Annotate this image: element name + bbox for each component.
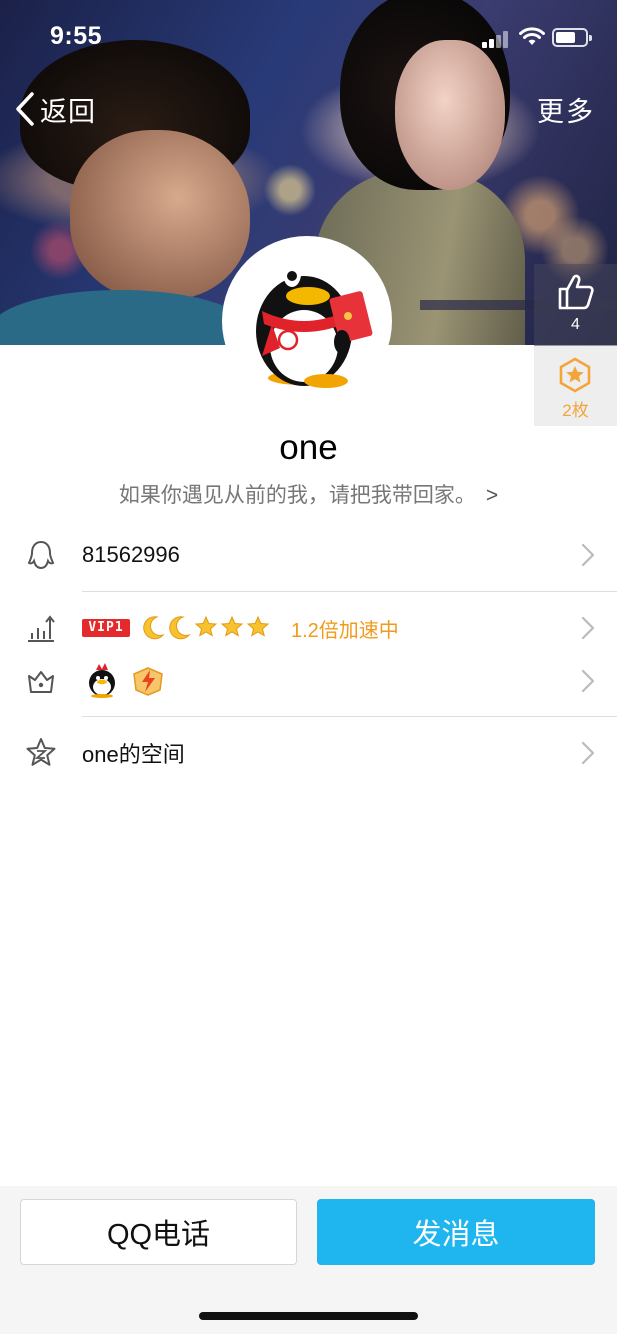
star-icon bbox=[246, 615, 270, 637]
back-label: 返回 bbox=[40, 96, 96, 127]
crown-icon bbox=[28, 671, 54, 693]
avatar[interactable] bbox=[222, 236, 392, 406]
moon-icon bbox=[169, 616, 191, 640]
signature-text: 如果你遇见从前的我，请把我带回家。 bbox=[118, 484, 476, 507]
qzone-star-icon bbox=[26, 738, 56, 766]
qzone-row[interactable]: one的空间 bbox=[0, 728, 617, 778]
chevron-right-icon bbox=[581, 543, 595, 567]
moon-icon bbox=[143, 616, 165, 640]
back-button[interactable]: 返回 bbox=[12, 88, 96, 130]
signature[interactable]: 如果你遇见从前的我，请把我带回家。 > bbox=[0, 479, 617, 509]
medal-star-icon bbox=[559, 357, 591, 393]
qq-penguin-icon bbox=[256, 261, 373, 388]
qq-penguin-outline-icon bbox=[27, 540, 55, 570]
battery-icon bbox=[552, 28, 592, 47]
speed-text: 1.2倍加速中 bbox=[291, 620, 399, 642]
medal-count: 2枚 bbox=[562, 401, 589, 420]
more-button[interactable]: 更多 bbox=[537, 90, 595, 129]
qq-call-button[interactable]: QQ电话 bbox=[20, 1199, 297, 1265]
chevron-right-icon bbox=[581, 616, 595, 640]
qzone-label: one的空间 bbox=[82, 742, 185, 767]
like-button[interactable]: 4 bbox=[534, 264, 617, 346]
home-indicator[interactable] bbox=[199, 1312, 418, 1320]
cover-figure bbox=[70, 130, 250, 300]
divider bbox=[82, 591, 617, 592]
chevron-left-icon bbox=[16, 92, 34, 126]
badges-row[interactable] bbox=[0, 656, 617, 706]
divider bbox=[82, 716, 617, 717]
qq-number-row[interactable]: 81562996 bbox=[0, 530, 617, 580]
thumbs-up-icon bbox=[558, 274, 594, 310]
send-message-button[interactable]: 发消息 bbox=[317, 1199, 595, 1265]
like-count: 4 bbox=[571, 316, 580, 333]
wifi-icon bbox=[519, 27, 545, 45]
vip-badge: VIP1 bbox=[82, 619, 130, 637]
lightning-badge-icon bbox=[133, 667, 163, 696]
cover-figure bbox=[0, 290, 250, 345]
signal-icon bbox=[482, 30, 510, 48]
chevron-right-icon bbox=[581, 741, 595, 765]
status-bar: 9:55 bbox=[0, 0, 617, 76]
medal-button[interactable]: 2枚 bbox=[534, 346, 617, 426]
level-chart-icon bbox=[28, 615, 55, 642]
chevron-right-icon: > bbox=[485, 484, 499, 507]
nickname: one bbox=[279, 428, 338, 467]
status-time: 9:55 bbox=[50, 22, 103, 50]
penguin-badge-icon bbox=[89, 663, 115, 698]
qq-number: 81562996 bbox=[82, 542, 180, 567]
star-icon bbox=[220, 615, 244, 637]
chevron-right-icon bbox=[581, 669, 595, 693]
star-icon bbox=[194, 615, 218, 637]
level-icons bbox=[142, 612, 270, 642]
